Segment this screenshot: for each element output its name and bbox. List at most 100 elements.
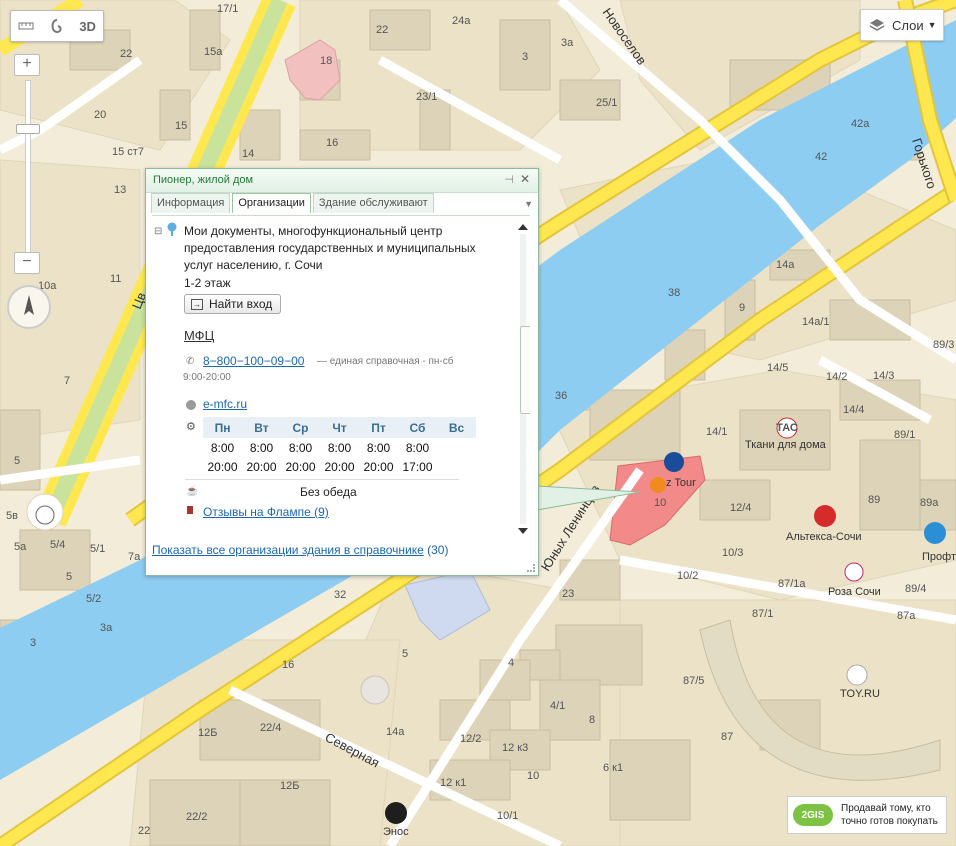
close-icon[interactable]: ✕	[520, 172, 530, 186]
building-number: 12/2	[460, 733, 481, 745]
compass-icon[interactable]	[7, 285, 51, 329]
building-number: 22	[120, 48, 132, 60]
weekday-header: Ср	[281, 417, 320, 438]
tabs-more-icon[interactable]: ▼	[524, 199, 533, 209]
zoom-out-button[interactable]: −	[14, 252, 40, 274]
layers-button[interactable]: Слои ▼	[860, 9, 944, 41]
open-time: 8:00	[249, 440, 274, 455]
close-time: 17:00	[402, 459, 433, 474]
phone-note: — единая справочная - пн-сб	[317, 356, 454, 367]
tab-info[interactable]: Информация	[151, 193, 231, 213]
building-number: 5	[14, 455, 20, 467]
building-number: 22/2	[186, 811, 207, 823]
map-pin-icon	[167, 222, 177, 236]
poi-label-toyru: TOY.RU	[840, 688, 880, 700]
building-number: 22	[138, 825, 150, 837]
phone-link[interactable]: 8−800−100−09−00	[203, 354, 304, 368]
tab-building-services[interactable]: Здание обслуживают	[312, 193, 434, 213]
find-entrance-label: Найти вход	[209, 297, 273, 311]
show-all-organizations-link[interactable]: Показать все организации здания в справо…	[152, 543, 448, 557]
ruler-icon[interactable]	[14, 14, 38, 38]
organization-floor: 1-2 этаж	[184, 276, 231, 290]
clock-icon: ⚙	[186, 421, 196, 433]
open-time: 8:00	[366, 440, 391, 455]
divider	[185, 479, 459, 480]
close-time: 20:00	[324, 459, 355, 474]
weekday-header: Пт	[359, 417, 398, 438]
building-number: 89/1	[894, 429, 915, 441]
building-number: 42а	[851, 118, 870, 130]
building-number: 8	[589, 714, 595, 726]
resize-handle[interactable]	[527, 564, 535, 572]
zoom-slider-thumb[interactable]	[16, 124, 40, 134]
ad-line-2: точно готов покупать	[841, 816, 938, 827]
ad-line-1: Продавай тому, кто	[841, 803, 931, 814]
close-time: 20:00	[285, 459, 316, 474]
monument-marker-icon	[35, 505, 55, 525]
poi-label-enos: Энос	[383, 826, 409, 838]
building-number: 5в	[6, 510, 18, 522]
card-scrollbar[interactable]	[516, 220, 530, 536]
building-number: 14а	[776, 259, 795, 271]
organization-name: Мои документы, многофункциональный центр…	[184, 224, 476, 272]
building-number: 87/1а	[778, 578, 806, 590]
reviews-link[interactable]: Отзывы на Флампе (9)	[203, 505, 329, 519]
poi-label-eztour: z Tour	[666, 477, 696, 489]
building-number: 12/4	[730, 502, 751, 514]
building-number: 89/4	[905, 583, 926, 595]
building-number: 3а	[561, 37, 574, 49]
weekday-header: Чт	[320, 417, 359, 438]
building-number: 42	[815, 151, 827, 163]
opening-hours-table: Пн Вт Ср Чт Пт Сб Вс 8:00 8:00 8:00 8:00…	[203, 417, 476, 476]
building-number: 10	[654, 497, 666, 509]
find-entrance-button[interactable]: → Найти вход	[184, 294, 282, 314]
poi-label-roza: Роза Сочи	[828, 586, 881, 598]
building-number: 5/4	[50, 539, 65, 551]
building-number: 89а	[920, 497, 939, 509]
scrollbar-track[interactable]	[520, 234, 530, 524]
organization-list[interactable]: ⊟ Мои документы, многофункциональный цен…	[152, 215, 530, 538]
building-number: 3	[522, 51, 528, 63]
entrance-icon: →	[191, 298, 203, 310]
scrollbar-thumb[interactable]	[520, 326, 530, 414]
tab-organizations[interactable]: Организации	[232, 193, 311, 213]
lasso-icon[interactable]	[45, 14, 69, 38]
building-number: 7а	[128, 551, 141, 563]
organization-category[interactable]: МФЦ	[184, 328, 214, 343]
scroll-up-icon[interactable]	[518, 224, 528, 230]
building-number: 23/1	[416, 91, 437, 103]
building-number: 14/3	[873, 370, 894, 382]
building-number: 3	[30, 637, 36, 649]
pin-icon[interactable]: ⊣	[504, 173, 514, 186]
building-number: 24а	[452, 15, 471, 27]
building-number: 16	[282, 659, 294, 671]
card-title: Пионер, жилой дом	[153, 174, 254, 186]
flag-icon	[187, 506, 193, 514]
building-number: 6 к1	[603, 762, 623, 774]
roza-marker-icon	[844, 562, 864, 582]
zoom-slider[interactable]	[25, 80, 31, 260]
building-number: 36	[555, 390, 567, 402]
close-time	[437, 457, 476, 476]
eztour-marker-icon	[664, 452, 684, 472]
zoom-in-button[interactable]: +	[14, 54, 40, 76]
building-number: 25/1	[596, 97, 617, 109]
building-number: 12Б	[280, 780, 299, 792]
2gis-ad-banner[interactable]: 2GIS Продавай тому, кто точно готов поку…	[787, 796, 947, 834]
building-info-card: Пионер, жилой дом ⊣ ✕ Информация Организ…	[145, 168, 539, 576]
card-tabs: Информация Организации Здание обслуживаю…	[151, 193, 436, 213]
website-link[interactable]: e-mfc.ru	[203, 397, 247, 411]
building-number: 16	[326, 137, 338, 149]
scroll-down-icon[interactable]	[518, 528, 528, 534]
collapse-icon[interactable]: ⊟	[154, 226, 162, 237]
building-number: 14а/1	[802, 316, 830, 328]
building-number: 14а	[386, 726, 405, 738]
close-time: 20:00	[363, 459, 394, 474]
building-number: 14/5	[767, 362, 788, 374]
3d-button[interactable]: 3D	[76, 14, 100, 38]
chevron-down-icon: ▼	[927, 20, 937, 30]
lunch-break: Без обеда	[300, 485, 357, 499]
building-number: 12 к1	[440, 777, 466, 789]
building-number: 5	[66, 571, 72, 583]
building-number: 20	[94, 109, 106, 121]
